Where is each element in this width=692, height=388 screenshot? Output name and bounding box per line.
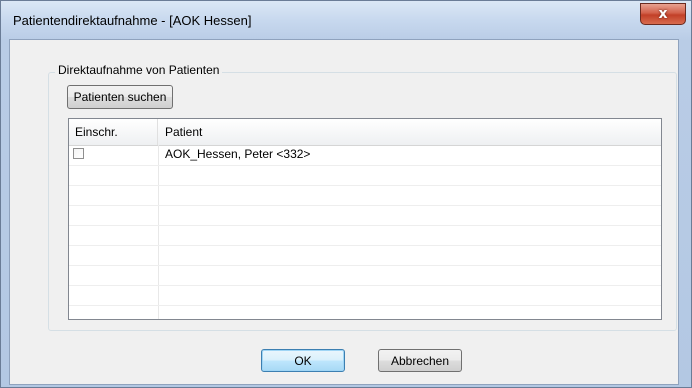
column-header-patient[interactable]: Patient [158,119,653,145]
restriction-checkbox[interactable] [73,148,84,159]
close-button[interactable]: x [640,3,686,25]
table-row[interactable] [69,165,661,186]
table-row[interactable] [69,225,661,246]
column-header-einschr[interactable]: Einschr. [69,119,158,145]
groupbox-label: Direktaufnahme von Patienten [55,63,223,77]
patient-table: Einschr. Patient AOK_Hessen, Peter <332> [68,118,662,320]
cancel-button[interactable]: Abbrechen [378,349,462,372]
table-row[interactable]: AOK_Hessen, Peter <332> [69,145,661,166]
table-row[interactable] [69,205,661,226]
table-row[interactable] [69,245,661,266]
title-bar[interactable]: Patientendirektaufnahme - [AOK Hessen] x [1,1,691,39]
patient-cell: AOK_Hessen, Peter <332> [165,147,311,161]
table-header: Einschr. Patient [69,119,661,146]
ok-button[interactable]: OK [261,349,345,372]
table-row[interactable] [69,185,661,206]
table-row[interactable] [69,285,661,306]
dialog-body: Direktaufnahme von Patienten Patienten s… [9,39,679,385]
window-title: Patientendirektaufnahme - [AOK Hessen] [13,13,252,28]
close-icon: x [658,6,668,22]
search-patients-button[interactable]: Patienten suchen [67,85,173,109]
table-row[interactable] [69,265,661,286]
dialog-window: Patientendirektaufnahme - [AOK Hessen] x… [0,0,692,388]
